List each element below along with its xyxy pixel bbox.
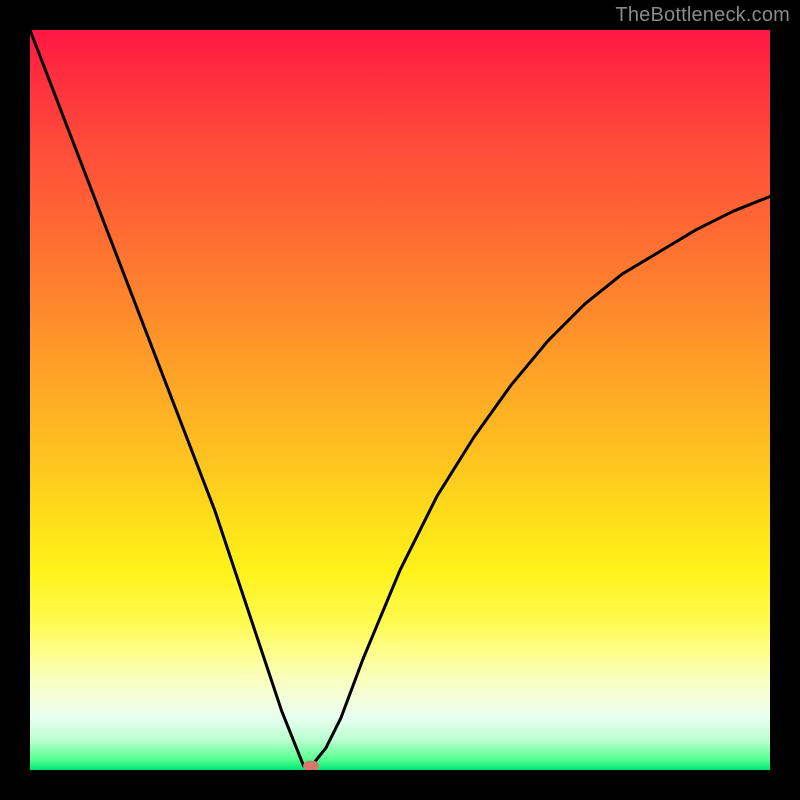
plot-area <box>30 30 770 770</box>
bottleneck-curve <box>30 30 770 770</box>
chart-frame: TheBottleneck.com <box>0 0 800 800</box>
bottleneck-marker <box>303 761 319 770</box>
watermark-text: TheBottleneck.com <box>615 4 790 27</box>
